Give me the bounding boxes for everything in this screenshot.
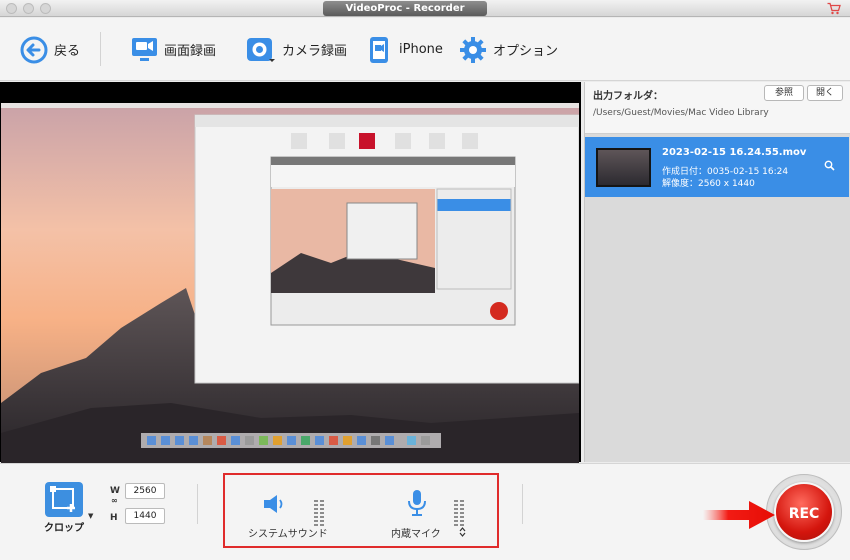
recording-thumbnail [596,148,651,187]
crop-icon [50,486,75,512]
system-sound-label: システムサウンド [248,529,328,540]
back-button[interactable]: 戻る [20,18,80,81]
audio-settings-highlight: システムサウンド 内蔵マイク [223,473,499,548]
width-input[interactable]: 2560 [125,483,165,499]
monitor-icon [132,37,157,61]
iphone-label: iPhone [399,42,443,57]
height-input[interactable]: 1440 [125,508,165,524]
output-folder-box: 出力フォルダ： 参照 開く /Users/Guest/Movies/Mac Vi… [585,82,850,134]
minimize-window-button[interactable] [23,3,34,14]
bottom-divider-right [522,484,523,524]
crop-label: クロップ [44,523,84,534]
iphone-button[interactable]: iPhone [365,18,443,81]
microphone-select[interactable]: 内蔵マイク [391,525,441,540]
microphone-icon[interactable] [406,489,428,517]
output-panel: 出力フォルダ： 参照 開く /Users/Guest/Movies/Mac Vi… [584,82,850,462]
main-toolbar: 戻る 画面録画 カメラ録画 iPhone オプション [0,18,850,81]
microphone-level-meter [454,500,464,526]
screen-record-label: 画面録画 [164,44,217,59]
select-chevron-icon[interactable] [459,527,466,537]
camera-record-label: カメラ録画 [282,44,348,59]
camera-icon [247,37,275,62]
desktop-capture-image [1,103,579,466]
screen-record-button[interactable]: 画面録画 [131,18,216,81]
bottom-divider-left [197,484,198,524]
toolbar-divider [100,32,101,66]
gear-icon [460,36,486,63]
browse-button[interactable]: 参照 [764,85,804,101]
back-arrow-icon [20,36,48,63]
window-title: VideoProc - Recorder [323,1,487,16]
open-folder-button[interactable]: 開く [807,85,843,101]
speaker-icon[interactable] [263,493,287,515]
recording-list-item[interactable]: 2023-02-15 16.24.55.mov 作成日付：0035-02-15 … [585,137,849,197]
screen-preview [0,82,581,466]
cart-icon[interactable] [827,2,841,15]
options-label: オプション [493,44,559,59]
width-label: W [110,486,120,496]
options-button[interactable]: オプション [459,18,558,81]
zoom-window-button[interactable] [40,3,51,14]
height-label: H [110,513,118,523]
close-window-button[interactable] [6,3,17,14]
camera-record-button[interactable]: カメラ録画 [246,18,347,81]
iphone-icon [370,36,388,63]
recording-resolution: 解像度：2560 x 1440 [662,179,755,189]
recording-file-name: 2023-02-15 16.24.55.mov [662,147,807,158]
output-folder-label: 出力フォルダ： [593,91,663,102]
window-controls [6,3,51,14]
rec-button[interactable]: REC [774,482,834,542]
crop-dropdown-icon[interactable]: ▼ [88,512,93,520]
title-bar: VideoProc - Recorder [0,0,850,17]
output-folder-path: /Users/Guest/Movies/Mac Video Library [593,108,769,118]
system-sound-level-meter [314,500,324,526]
red-arrow-annotation [703,501,775,529]
crop-button[interactable] [45,482,83,517]
aspect-lock-icon[interactable]: ∞ [111,496,118,505]
search-icon[interactable] [824,160,835,171]
back-label: 戻る [54,44,81,59]
